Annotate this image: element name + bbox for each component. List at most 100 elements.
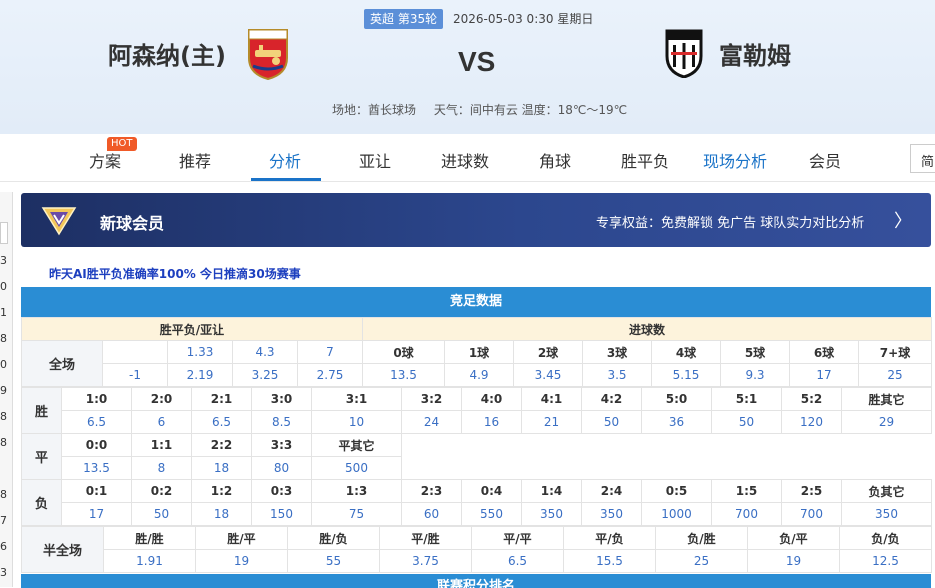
goal-odds-cell[interactable]: 4.9 bbox=[444, 363, 514, 387]
score-label: 1:4 bbox=[521, 479, 582, 503]
score-odds-cell[interactable]: 8 bbox=[131, 456, 192, 480]
goal-label: 1球 bbox=[444, 340, 514, 364]
left-list-item[interactable]: 8 bbox=[0, 436, 12, 449]
left-side-list[interactable]: 3 0 1 8 0 9 8 8 8 7 6 3 bbox=[0, 192, 13, 587]
full-time-odds-table: 胜平负/亚让 进球数 全场 1.33 4.3 7 0球 1球 2球 3球 4球 … bbox=[21, 317, 933, 387]
tab-1x2[interactable]: 胜平负 bbox=[621, 148, 669, 172]
halftime-fulltime-table: 半全场 胜/胜 胜/平 胜/负 平/胜 平/平 平/负 负/胜 负/平 负/负 … bbox=[21, 526, 932, 573]
ht-odds-cell[interactable]: 15.5 bbox=[563, 549, 656, 573]
score-odds-cell[interactable]: 10 bbox=[311, 410, 402, 434]
score-label: 3:0 bbox=[251, 387, 312, 411]
score-odds-cell[interactable]: 80 bbox=[251, 456, 312, 480]
score-odds-cell[interactable]: 60 bbox=[401, 502, 462, 526]
ht-odds-cell[interactable]: 19 bbox=[195, 549, 288, 573]
score-label: 2:3 bbox=[401, 479, 462, 503]
score-odds-cell[interactable]: 50 bbox=[131, 502, 192, 526]
score-label: 5:2 bbox=[781, 387, 842, 411]
left-list-item[interactable]: 1 bbox=[0, 306, 12, 319]
tab-live-analysis[interactable]: 现场分析 bbox=[703, 148, 767, 172]
fulham-crest-icon[interactable] bbox=[664, 28, 704, 78]
score-odds-cell[interactable]: 18 bbox=[191, 456, 252, 480]
goal-odds-cell[interactable]: 3.5 bbox=[582, 363, 652, 387]
chevron-right-icon[interactable]: 〉 bbox=[894, 207, 912, 233]
score-label: 胜其它 bbox=[841, 387, 932, 411]
score-odds-cell[interactable]: 350 bbox=[521, 502, 582, 526]
member-banner[interactable]: 新球会员 专享权益：免费解锁 免广告 球队实力对比分析 〉 bbox=[21, 193, 931, 247]
left-list-item[interactable]: 7 bbox=[0, 514, 12, 527]
score-odds-cell[interactable]: 50 bbox=[711, 410, 782, 434]
ht-odds-cell[interactable]: 12.5 bbox=[839, 549, 932, 573]
tab-recommend[interactable]: 推荐 bbox=[179, 148, 211, 172]
tab-goals[interactable]: 进球数 bbox=[441, 148, 489, 172]
left-list-item[interactable]: 3 bbox=[0, 254, 12, 267]
score-odds-cell[interactable]: 350 bbox=[841, 502, 932, 526]
tab-member[interactable]: 会员 bbox=[809, 148, 841, 172]
score-odds-cell[interactable]: 18 bbox=[191, 502, 252, 526]
ht-odds-cell[interactable]: 19 bbox=[747, 549, 840, 573]
tab-plan[interactable]: 方案 bbox=[89, 148, 121, 172]
score-odds-cell[interactable]: 6.5 bbox=[191, 410, 252, 434]
ht-odds-cell[interactable]: 55 bbox=[287, 549, 380, 573]
ht-result-label: 负/负 bbox=[839, 526, 932, 550]
tab-asian-handicap[interactable]: 亚让 bbox=[359, 148, 391, 172]
score-odds-cell[interactable]: 700 bbox=[711, 502, 782, 526]
score-odds-cell[interactable]: 17 bbox=[61, 502, 132, 526]
odds-cell[interactable]: -1 bbox=[102, 363, 168, 387]
score-odds-cell[interactable]: 350 bbox=[581, 502, 642, 526]
score-odds-cell[interactable]: 550 bbox=[461, 502, 522, 526]
tab-analysis[interactable]: 分析 bbox=[269, 148, 301, 172]
goal-odds-cell[interactable]: 5.15 bbox=[651, 363, 721, 387]
left-search-input[interactable] bbox=[0, 222, 8, 244]
score-label: 平其它 bbox=[311, 433, 402, 457]
score-odds-cell[interactable]: 16 bbox=[461, 410, 522, 434]
score-odds-cell[interactable]: 500 bbox=[311, 456, 402, 480]
ht-result-label: 平/负 bbox=[563, 526, 656, 550]
goal-odds-cell[interactable]: 3.45 bbox=[513, 363, 583, 387]
ht-odds-cell[interactable]: 3.75 bbox=[379, 549, 472, 573]
score-label: 3:1 bbox=[311, 387, 402, 411]
goal-odds-cell[interactable]: 25 bbox=[857, 363, 933, 387]
left-list-item[interactable]: 0 bbox=[0, 280, 12, 293]
score-odds-cell[interactable]: 13.5 bbox=[61, 456, 132, 480]
score-odds-cell[interactable]: 50 bbox=[581, 410, 642, 434]
score-odds-cell[interactable]: 1000 bbox=[641, 502, 712, 526]
left-list-item[interactable]: 3 bbox=[0, 566, 12, 579]
score-odds-cell[interactable]: 6.5 bbox=[61, 410, 132, 434]
round-badge[interactable]: 英超 第35轮 bbox=[364, 9, 444, 29]
score-odds-cell[interactable]: 700 bbox=[781, 502, 842, 526]
left-list-item[interactable]: 8 bbox=[0, 332, 12, 345]
odds-cell[interactable]: 7 bbox=[297, 340, 363, 364]
home-team-name[interactable]: 阿森纳(主) bbox=[108, 36, 226, 71]
score-odds-cell[interactable]: 6 bbox=[131, 410, 192, 434]
left-list-item[interactable]: 8 bbox=[0, 410, 12, 423]
left-list-item[interactable]: 9 bbox=[0, 384, 12, 397]
score-odds-cell[interactable]: 29 bbox=[841, 410, 932, 434]
odds-cell[interactable]: 1.33 bbox=[167, 340, 233, 364]
odds-cell[interactable]: 3.25 bbox=[232, 363, 298, 387]
left-list-item[interactable]: 6 bbox=[0, 540, 12, 553]
tab-corners[interactable]: 角球 bbox=[539, 148, 571, 172]
ht-odds-cell[interactable]: 6.5 bbox=[471, 549, 564, 573]
left-list-item[interactable]: 0 bbox=[0, 358, 12, 371]
arsenal-crest-icon[interactable] bbox=[245, 28, 291, 80]
score-odds-cell[interactable]: 75 bbox=[311, 502, 402, 526]
odds-cell[interactable]: 4.3 bbox=[232, 340, 298, 364]
ht-odds-cell[interactable]: 25 bbox=[655, 549, 748, 573]
away-team-name[interactable]: 富勒姆 bbox=[719, 36, 791, 71]
goal-odds-cell[interactable]: 13.5 bbox=[362, 363, 445, 387]
odds-cell[interactable]: 2.75 bbox=[297, 363, 363, 387]
score-odds-cell[interactable]: 36 bbox=[641, 410, 712, 434]
score-odds-cell[interactable]: 21 bbox=[521, 410, 582, 434]
simplified-chinese-button[interactable]: 简 bbox=[910, 144, 935, 173]
promo-link[interactable]: 昨天AI胜平负准确率100% 今日推滴30场赛事 bbox=[49, 265, 301, 282]
ht-odds-cell[interactable]: 1.91 bbox=[103, 549, 196, 573]
odds-cell[interactable] bbox=[102, 340, 168, 364]
left-list-item[interactable]: 8 bbox=[0, 488, 12, 501]
goal-odds-cell[interactable]: 9.3 bbox=[720, 363, 790, 387]
odds-cell[interactable]: 2.19 bbox=[167, 363, 233, 387]
score-odds-cell[interactable]: 24 bbox=[401, 410, 462, 434]
score-odds-cell[interactable]: 8.5 bbox=[251, 410, 312, 434]
goal-odds-cell[interactable]: 17 bbox=[789, 363, 859, 387]
score-odds-cell[interactable]: 120 bbox=[781, 410, 842, 434]
score-odds-cell[interactable]: 150 bbox=[251, 502, 312, 526]
